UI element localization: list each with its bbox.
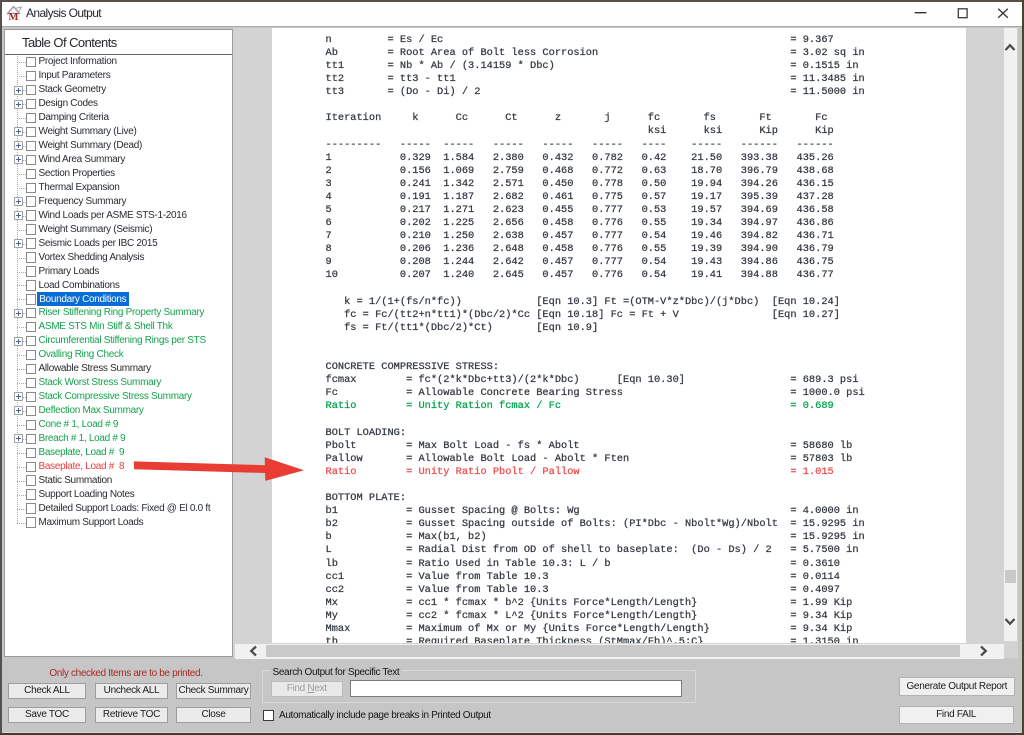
svg-text:M: M [9, 12, 19, 22]
